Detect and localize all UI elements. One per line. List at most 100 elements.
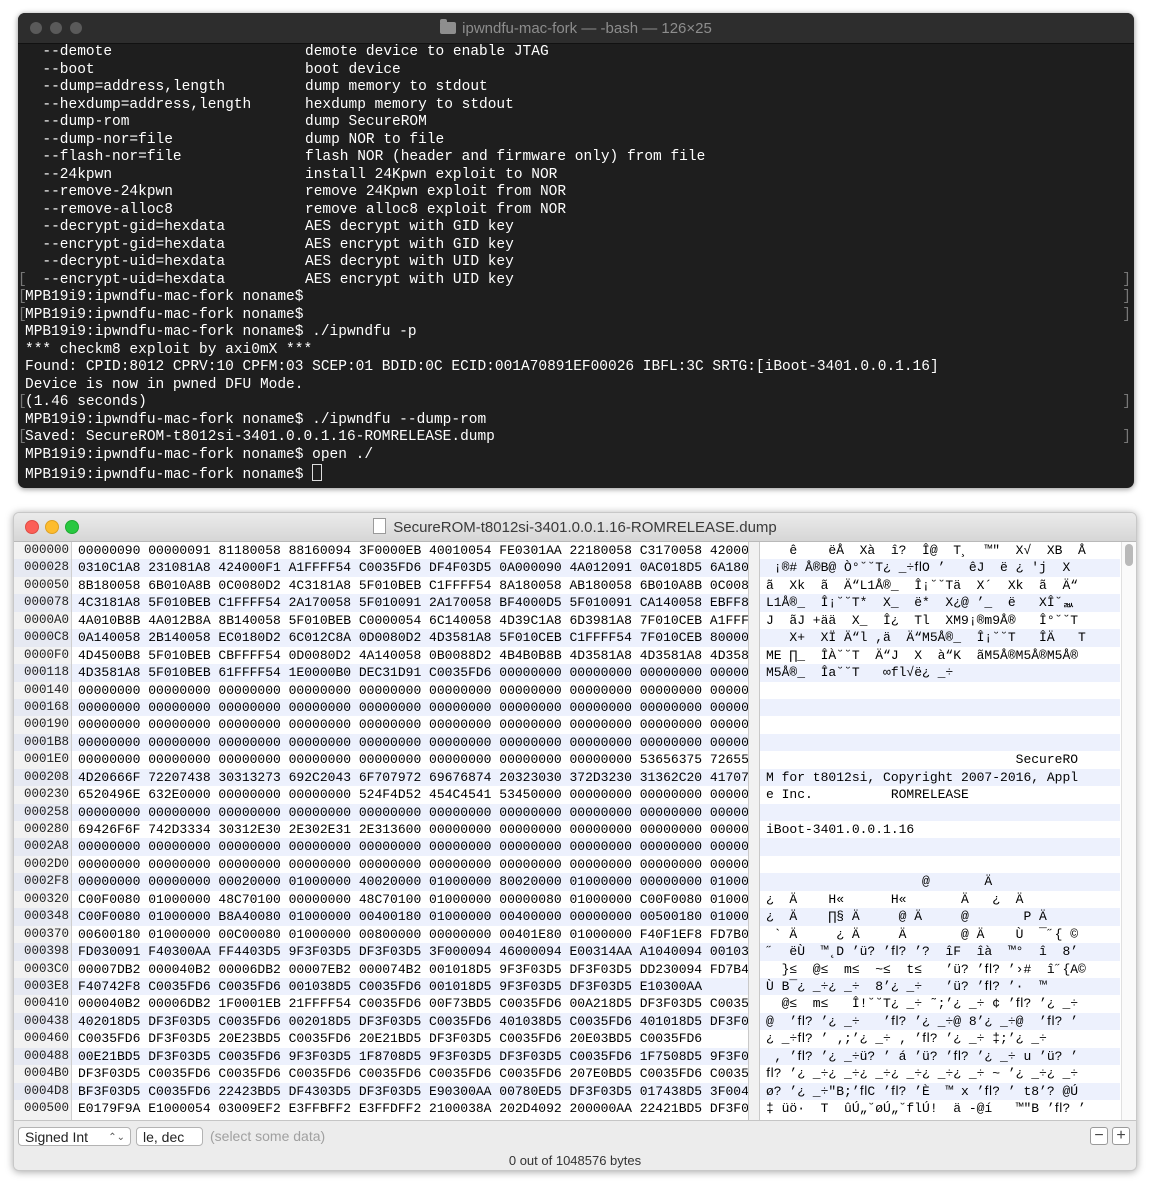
option-description: dump SecureROM — [305, 114, 427, 130]
remove-inspector-button[interactable]: − — [1090, 1127, 1108, 1145]
endian-button[interactable]: le, dec — [136, 1127, 203, 1146]
text-row[interactable]: }≤ @≤ m≤ ~≤ t≤ ’ü? ’ﬂ? ’›# î˝{A© — [760, 961, 1120, 978]
hex-row[interactable]: 4D3581A8 5F010BEB 61FFFF54 1E0000B0 DEC3… — [72, 664, 748, 682]
text-row[interactable] — [760, 716, 1120, 733]
hex-row[interactable]: 00000000 00000000 00000000 00000000 0000… — [72, 733, 748, 752]
text-row[interactable]: ê ëÅ Xà î? Î@ T¸ ™" X√ XB Å — [760, 542, 1120, 559]
text-row[interactable] — [760, 856, 1120, 873]
text-row[interactable] — [760, 698, 1120, 717]
terminal-line: (1.46 seconds) — [18, 394, 1131, 412]
row-offset: 0003E8 — [14, 977, 71, 996]
hex-row[interactable]: 6520496E 632E0000 00000000 00000000 524F… — [72, 786, 748, 803]
hex-row[interactable]: 00000090 00000091 81180058 88160094 3F00… — [72, 542, 748, 559]
hex-row[interactable]: 00E21BD5 DF3F03D5 C0035FD6 9F3F03D5 1F87… — [72, 1047, 748, 1066]
text-row[interactable]: ‚ ’ﬂ? ’¿ _÷ü? ’ á ’ü? ’ﬂ? ’¿ _÷ u ’ü? ’ — [760, 1047, 1120, 1066]
scroll-thumb[interactable] — [1125, 544, 1133, 566]
text-row[interactable]: M5Å®_ Îa˘˘T ∞fl√ë¿ _÷ — [760, 664, 1120, 682]
text-row[interactable]: @≤ m≤ Î!˘˘T¿ _÷ ˜;’¿ _÷ ¢ ’ﬂ? ’¿ _÷ — [760, 995, 1120, 1012]
hex-row[interactable]: 00007DB2 000040B2 00006DB2 00007EB2 0000… — [72, 961, 748, 978]
hex-data-column[interactable]: 00000090 00000091 81180058 88160094 3F00… — [72, 542, 748, 1120]
data-type-popup[interactable]: Signed Int ⌃⌄ — [18, 1127, 131, 1146]
terminal-line: --demote demote device to enable JTAG — [25, 44, 1127, 62]
chevron-updown-icon: ⌃⌄ — [108, 1132, 125, 1143]
terminal-line: --decrypt-uid=hexdata AES decrypt with UI… — [25, 254, 1127, 272]
text-row[interactable]: ME ∏_ ÎÀ˘˘T Ä“J X à“K ãM5Å®M5Å®M5Å® — [760, 647, 1120, 664]
hex-row[interactable]: 402018D5 DF3F03D5 C0035FD6 002018D5 DF3F… — [72, 1012, 748, 1031]
hex-row[interactable]: 4A010B8B 4A012B8A 8B140058 5F010BEB C000… — [72, 612, 748, 629]
hex-row[interactable]: 00600180 01000000 00C00080 01000000 0080… — [72, 926, 748, 943]
text-row[interactable]: ﬂ? ’¿ _÷¿ _÷¿ _÷¿ _÷¿ _÷¿ _÷ ~ ’¿ _÷¿ _÷ — [760, 1065, 1120, 1082]
option-description: flash NOR (header and firmware only) fro… — [305, 149, 706, 165]
hex-row[interactable]: 00000000 00000000 00000000 00000000 0000… — [72, 682, 748, 699]
hex-row[interactable]: 8B180058 6B010A8B 0C0080D2 4C3181A8 5F01… — [72, 577, 748, 594]
terminal-line: --dump-rom dump SecureROM — [25, 114, 1127, 132]
folder-icon — [440, 19, 457, 34]
text-row[interactable]: ¿ _÷ﬂ? ’ ‚;’¿ _÷ ‚ ’ﬂ? ’¿ _÷ ‡;’¿ _÷ — [760, 1030, 1120, 1047]
row-offset: 000050 — [23, 577, 69, 592]
option-flag: --decrypt-uid=hexdata — [25, 254, 226, 270]
hex-row[interactable]: C00F0080 01000000 B8A40080 01000000 0040… — [72, 908, 748, 926]
hex-row[interactable]: DF3F03D5 C0035FD6 C0035FD6 C0035FD6 C003… — [72, 1065, 748, 1082]
hex-row[interactable]: 00000000 00000000 00000000 00000000 0000… — [72, 838, 748, 856]
option-flag: --demote — [25, 44, 113, 60]
hex-row[interactable]: C00F0080 01000000 48C70100 00000000 48C7… — [72, 891, 748, 908]
row-offset: 000320 — [23, 891, 69, 906]
hex-view: 000000 000028 000050 000078 0000A0 0000C8 0000… — [14, 542, 1136, 1120]
text-row[interactable]: ¡®# Å®B@ Ò°˘˘T¿ _÷ﬂO ’ êJ ë ¿ 'j X — [760, 559, 1120, 577]
hex-row[interactable]: C0035FD6 DF3F03D5 20E23BD5 C0035FD6 20E2… — [72, 1030, 748, 1047]
hex-row[interactable]: E0179F9A E1000054 03009EF2 E3FFBFF2 E3FF… — [72, 1100, 748, 1117]
vertical-scrollbar[interactable] — [1121, 542, 1136, 1120]
terminal-line: Saved: SecureROM-t8012si-3401.0.0.1.16-R… — [18, 429, 1131, 447]
text-row[interactable]: ‡ üö· T ûÚ„˘øÚ„˘flÚ! ä -@í ™"B ’ﬂ? ’ — [760, 1100, 1120, 1117]
hex-row[interactable]: 4D4500B8 5F010BEB CBFFFF54 0D0080D2 4A14… — [72, 647, 748, 664]
row-offset: 000410 — [23, 996, 69, 1011]
text-row[interactable] — [760, 803, 1120, 821]
hex-row[interactable]: 0310C1A8 231081A8 424000F1 A1FFFF54 C003… — [72, 559, 748, 577]
text-row[interactable]: e Inc. ROMRELEASE — [760, 786, 1120, 803]
hex-row[interactable]: 00000000 00000000 00000000 00000000 0000… — [72, 803, 748, 821]
hex-row[interactable]: F40742F8 C0035FD6 C0035FD6 001038D5 C003… — [72, 977, 748, 996]
text-row[interactable] — [760, 682, 1120, 699]
text-row[interactable]: L1Å®_ Î¡˘˘T* X_ ë* X¿@ ’_ ë XÎ˘ᇓ — [760, 594, 1120, 612]
text-row[interactable]: X+ XÏ Ä“l ,ä Ä“M5Å®_ Î¡˘˘T ÎÄ T — [760, 629, 1120, 647]
terminal-output[interactable]: --demote demote device to enable JTAG --b… — [18, 44, 1131, 483]
text-row[interactable]: ` Ä ¿ Ä Ä @ Ä Ù ¯˝{ © — [760, 926, 1120, 943]
text-row[interactable] — [760, 733, 1120, 752]
option-description: AES decrypt with UID key — [305, 254, 514, 270]
hex-row[interactable]: BF3F03D5 C0035FD6 22423BD5 DF4303D5 DF3F… — [72, 1082, 748, 1100]
terminal-line: --decrypt-gid=hexdata AES decrypt with GI… — [25, 219, 1127, 237]
text-row[interactable]: Ù B¯¿ _÷¿ _÷ 8’¿ _÷ ’ü? ’ﬂ? ’· ™ — [760, 977, 1120, 996]
text-row[interactable]: ø? ’¿ _÷"B;’ﬂC ’ﬂ? ’È ™ x ’ﬂ? ’ t8’? @Ú — [760, 1082, 1120, 1100]
text-row[interactable]: @ Ä — [760, 873, 1120, 891]
text-column[interactable]: ê ëÅ Xà î? Î@ T¸ ™" X√ XB Å ¡®# Å®B@ Ò°˘… — [760, 542, 1120, 1120]
terminal-line: --dump=address,length dump memory to stdo… — [25, 79, 1127, 97]
text-row[interactable]: J ãJ +ää X_ Î¿ Tl XM9¡®m9Å® Î°˘˘T — [760, 612, 1120, 629]
row-offset: 000460 — [23, 1031, 69, 1046]
row-offset: 0000F0 — [23, 647, 69, 662]
terminal-prompt-line[interactable]: MPB19i9:ipwndfu-mac-fork noname$ — [25, 464, 1127, 483]
text-row[interactable]: M for t8012si, Copyright 2007-2016, Appl — [760, 768, 1120, 787]
hex-row[interactable]: 00000000 00000000 00000000 00000000 0000… — [72, 751, 748, 768]
text-row[interactable]: ã Xk ã Ä“L1Å®_ Î¡˘˘Tä X´ Xk ã Ä“ — [760, 577, 1120, 594]
hex-row[interactable]: 00000000 00000000 00000000 00000000 0000… — [72, 698, 748, 717]
hex-row[interactable]: 00000000 00000000 00000000 00000000 0000… — [72, 716, 748, 733]
hex-row[interactable]: 00000000 00000000 00000000 00000000 0000… — [72, 856, 748, 873]
text-row[interactable]: ˝ ëÙ ™˛D ’ü? ’ﬂ? ’? îF îà ™° î 8’ — [760, 943, 1120, 961]
offset-column: 000000 000028 000050 000078 0000A0 0000C8 0000… — [14, 542, 72, 1120]
hex-row[interactable]: 0A140058 2B140058 EC0180D2 6C012C8A 0D00… — [72, 629, 748, 647]
hex-row[interactable]: 000040B2 00006DB2 1F0001EB 21FFFF54 C003… — [72, 995, 748, 1012]
hex-row[interactable]: 4D20666F 72207438 30313273 692C2043 6F70… — [72, 768, 748, 787]
hex-row[interactable]: 4C3181A8 5F010BEB C1FFFF54 2A170058 5F01… — [72, 594, 748, 612]
text-row[interactable]: ¿ Ä H« H« Ä ¿ Ä — [760, 891, 1120, 908]
hex-row[interactable]: 00000000 00000000 00020000 01000000 4002… — [72, 873, 748, 891]
row-offset: 0001E0 — [23, 752, 69, 767]
add-inspector-button[interactable]: + — [1112, 1127, 1130, 1145]
text-row[interactable]: @ ’ﬂ? ’¿ _÷ ’ﬂ? ’¿ _÷@ 8’¿ _÷@ ’ﬂ? ’ — [760, 1012, 1120, 1031]
text-row[interactable] — [760, 838, 1120, 856]
text-row[interactable]: ¿ Ä ∏§ Ä @ Ä @ P Ä — [760, 908, 1120, 926]
terminal-line: --hexdump=address,length hexdump memory t… — [25, 97, 1127, 115]
hex-row[interactable]: 69426F6F 742D3334 30312E30 2E302E31 2E31… — [72, 821, 748, 838]
hex-row[interactable]: FD030091 F40300AA FF4403D5 9F3F03D5 DF3F… — [72, 943, 748, 961]
text-row[interactable]: iBoot-3401.0.0.1.16 — [760, 821, 1120, 838]
text-row[interactable]: SecureRO — [760, 751, 1120, 768]
